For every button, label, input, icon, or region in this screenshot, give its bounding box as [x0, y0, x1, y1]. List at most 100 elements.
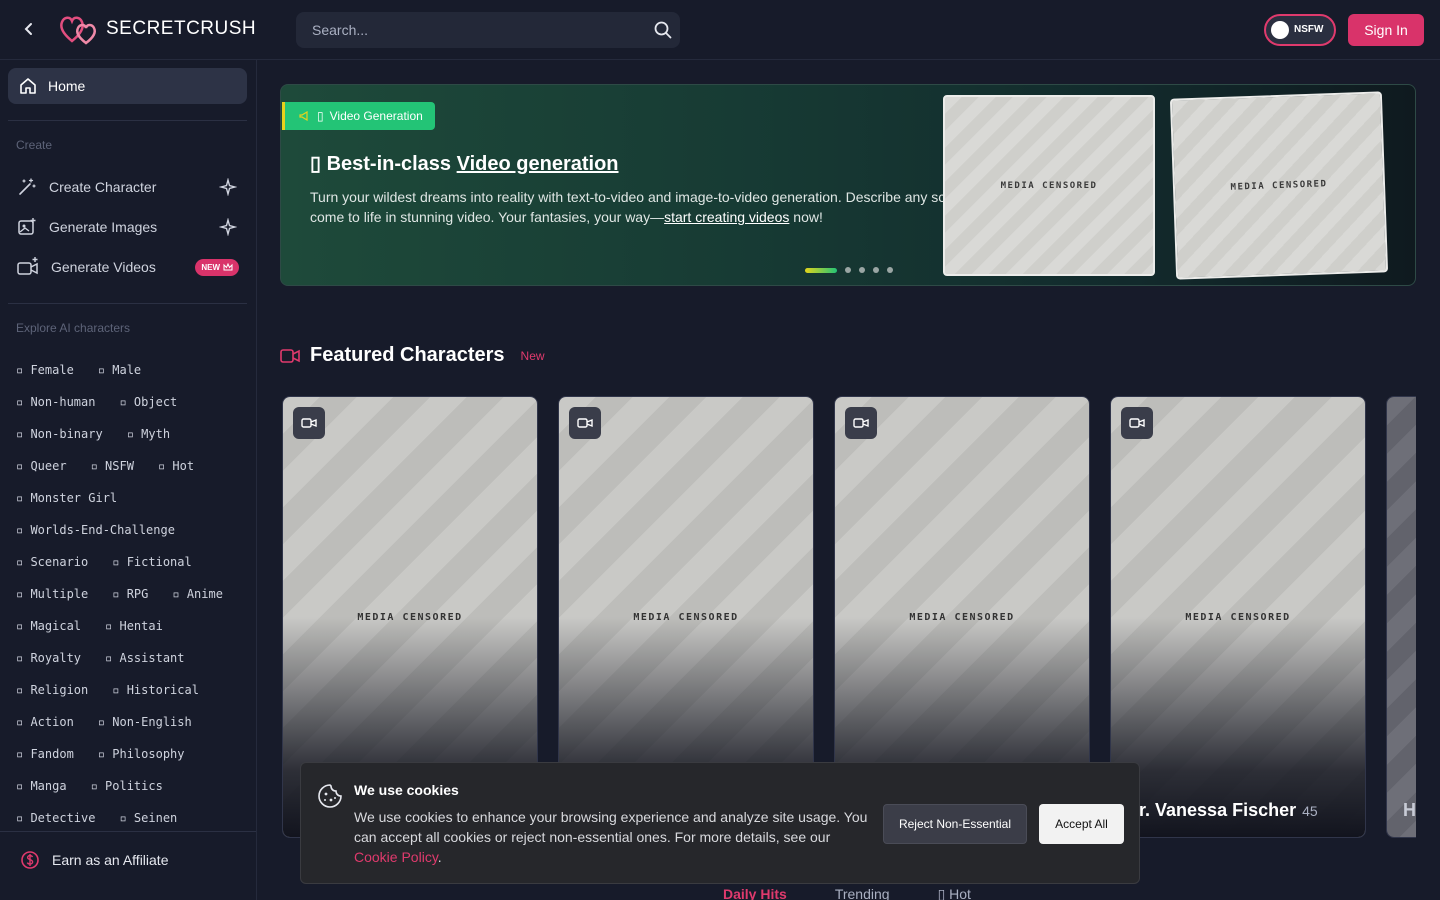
tag-link[interactable]: ▫ Male [98, 363, 141, 377]
placeholder-glyph: ▯ [937, 886, 950, 900]
character-card[interactable]: MEDIA CENSORED r. Vanessa Fischer45 [1110, 396, 1366, 838]
video-icon [1121, 407, 1153, 439]
tag-link[interactable]: ▫ Seinen [119, 811, 177, 825]
video-icon [293, 407, 325, 439]
tag-list: ▫ Female ▫ Male ▫ Non-human ▫ Object ▫ Non-b… [16, 354, 248, 834]
tag-row: ▫ Multiple ▫ RPG ▫ Anime [16, 578, 248, 610]
sidebar-item-generate-images[interactable]: Generate Images [8, 209, 247, 245]
tag-link[interactable]: ▫ Manga [16, 779, 67, 793]
nsfw-label: NSFW [1294, 24, 1324, 35]
character-name: r. Vanessa Fischer [1139, 800, 1297, 820]
tag-link[interactable]: ▫ Religion [16, 683, 88, 697]
tag-link[interactable]: ▫ Detective [16, 811, 95, 825]
tag-link[interactable]: ▫ Anime [172, 587, 223, 601]
search-icon[interactable] [654, 21, 672, 39]
sparkles-icon [219, 178, 237, 196]
placeholder-glyph: ▯ [310, 153, 327, 175]
tag-link[interactable]: ▫ Hentai [105, 619, 163, 633]
card-image [1387, 397, 1416, 837]
tag-link[interactable]: ▫ Fictional [112, 555, 191, 569]
megaphone-icon [299, 111, 308, 121]
carousel-dot[interactable] [873, 267, 879, 273]
reject-cookies-button[interactable]: Reject Non-Essential [883, 804, 1027, 844]
placeholder-glyph: ▯ [317, 109, 324, 123]
tag-row: ▫ Female ▫ Male [16, 354, 248, 386]
tag-link[interactable]: ▫ Politics [91, 779, 163, 793]
tag-link[interactable]: ▫ Myth [127, 427, 170, 441]
tag-row: ▫ Detective ▫ Seinen [16, 802, 248, 834]
divider [8, 120, 247, 121]
banner-title-link[interactable]: Video generation [457, 153, 619, 175]
generate-images-label: Generate Images [49, 219, 158, 235]
tag-link[interactable]: ▫ Worlds-End-Challenge [16, 523, 175, 537]
tag-link[interactable]: ▫ Female [16, 363, 74, 377]
affiliate-link[interactable]: Earn as an Affiliate [0, 831, 256, 887]
sidebar-item-create-character[interactable]: Create Character [8, 169, 247, 205]
start-creating-link[interactable]: start creating videos [664, 209, 789, 225]
logo-text: SECRETCRUSH [106, 18, 257, 39]
tag-link[interactable]: ▫ Multiple [16, 587, 88, 601]
tag-link[interactable]: ▫ RPG [112, 587, 148, 601]
tag-row: ▫ Action ▫ Non-English [16, 706, 248, 738]
feed-tabs: Daily Hits Trending ▯ Hot [723, 886, 971, 900]
site-logo[interactable]: SECRETCRUSH [58, 12, 256, 46]
tag-row: ▫ Non-human ▫ Object [16, 386, 248, 418]
tab-hot-label: Hot [949, 886, 971, 900]
tag-link[interactable]: ▫ Assistant [105, 651, 184, 665]
tag-link[interactable]: ▫ Scenario [16, 555, 88, 569]
home-icon [20, 78, 36, 94]
character-card-partial[interactable]: H [1386, 396, 1416, 838]
cookie-policy-link[interactable]: Cookie Policy [354, 849, 438, 865]
banner-description: Turn your wildest dreams into reality wi… [310, 187, 950, 227]
tag-link[interactable]: ▫ Hot [158, 459, 194, 473]
home-label: Home [48, 78, 86, 94]
carousel-dot-active[interactable] [805, 267, 837, 273]
toggle-knob [1271, 21, 1289, 39]
banner-desc-line2: come to life in stunning video. Your fan… [310, 209, 665, 225]
carousel-dot[interactable] [859, 267, 865, 273]
tag-row: ▫ Worlds-End-Challenge [16, 514, 248, 546]
tab-trending[interactable]: Trending [835, 886, 890, 900]
accept-cookies-button[interactable]: Accept All [1039, 804, 1124, 844]
tag-link[interactable]: ▫ Queer [16, 459, 67, 473]
carousel-dot[interactable] [887, 267, 893, 273]
sign-in-button[interactable]: Sign In [1348, 14, 1424, 46]
cookie-body: We use cookies to enhance your browsing … [354, 809, 868, 845]
search-input[interactable] [296, 12, 636, 48]
back-arrow-icon[interactable] [18, 18, 40, 40]
magic-wand-icon [19, 178, 36, 195]
tag-link[interactable]: ▫ Object [119, 395, 177, 409]
sidebar-item-home[interactable]: Home [8, 68, 247, 104]
generate-videos-label: Generate Videos [51, 259, 156, 275]
video-plus-icon [17, 257, 38, 275]
tag-link[interactable]: ▫ Fandom [16, 747, 74, 761]
tag-link[interactable]: ▫ Non-English [98, 715, 192, 729]
cookie-icon [318, 784, 342, 808]
create-section-label: Create [16, 138, 53, 152]
sidebar-item-generate-videos[interactable]: Generate Videos NEW [8, 249, 247, 285]
video-icon [569, 407, 601, 439]
carousel-dot[interactable] [845, 267, 851, 273]
tag-link[interactable]: ▫ Philosophy [98, 747, 185, 761]
tag-row: ▫ Magical ▫ Hentai [16, 610, 248, 642]
tag-row: ▫ Fandom ▫ Philosophy [16, 738, 248, 770]
tag-link[interactable]: ▫ Royalty [16, 651, 81, 665]
tag-link[interactable]: ▫ Non-human [16, 395, 95, 409]
tag-link[interactable]: ▫ Action [16, 715, 74, 729]
banner-title-prefix: Best-in-class [326, 153, 457, 175]
nsfw-toggle[interactable]: NSFW [1264, 14, 1336, 46]
character-age: 45 [1302, 803, 1318, 819]
search-box [296, 12, 680, 48]
banner-tag-text: Video Generation [329, 109, 423, 123]
top-header: SECRETCRUSH NSFW Sign In [0, 0, 1440, 60]
tag-link[interactable]: ▫ NSFW [91, 459, 134, 473]
tag-link[interactable]: ▫ Monster Girl [16, 491, 117, 505]
tab-daily-hits[interactable]: Daily Hits [723, 886, 787, 900]
tag-link[interactable]: ▫ Historical [112, 683, 199, 697]
create-character-label: Create Character [49, 179, 157, 195]
promo-banner[interactable]: ▯ Video Generation ▯ Best-in-class Video… [280, 84, 1416, 286]
tab-hot[interactable]: ▯ Hot [938, 886, 971, 900]
featured-new-badge: New [520, 348, 545, 363]
tag-link[interactable]: ▫ Non-binary [16, 427, 103, 441]
tag-link[interactable]: ▫ Magical [16, 619, 81, 633]
